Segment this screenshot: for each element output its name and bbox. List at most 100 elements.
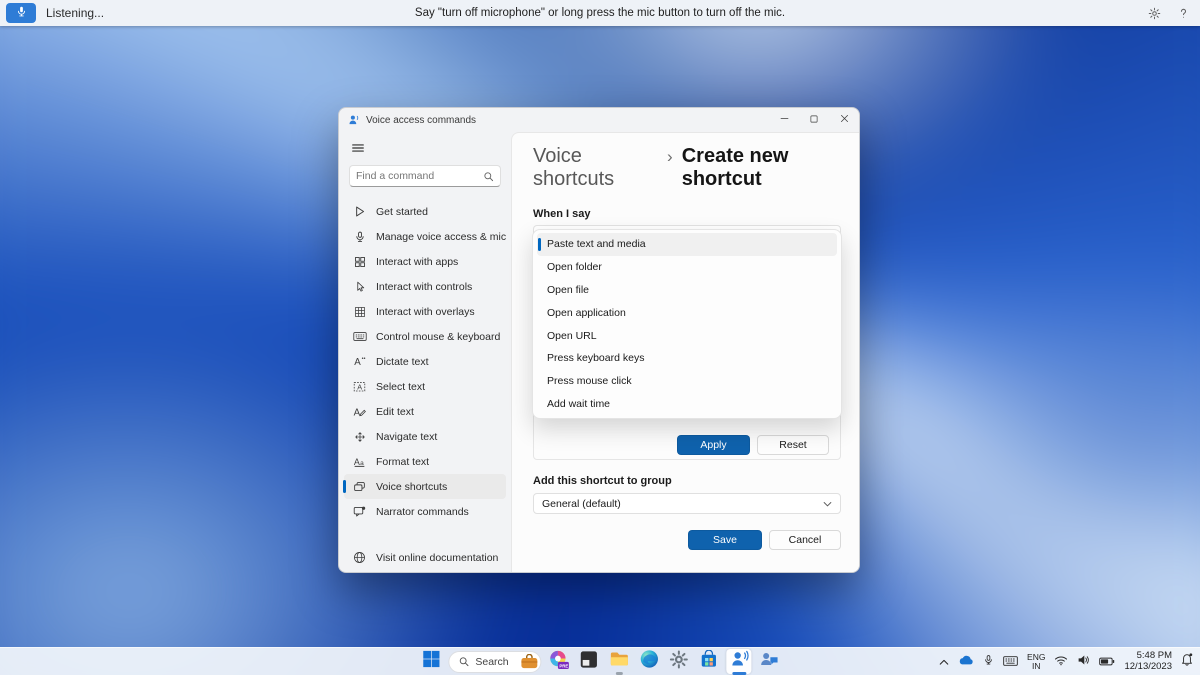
group-label: Add this shortcut to group [533, 475, 672, 487]
microphone-button[interactable] [6, 3, 36, 23]
edge-browser-icon [639, 649, 659, 674]
dropdown-option-press-mouse-click[interactable]: Press mouse click [537, 370, 837, 393]
taskbar-search[interactable]: Search [448, 650, 542, 673]
sidebar-item-interact-with-overlays[interactable]: Interact with overlays [344, 299, 506, 324]
time: 5:48 PM [1136, 650, 1172, 661]
touch-keyboard-icon [1003, 653, 1018, 671]
get-help-app-icon [759, 649, 779, 674]
dropdown-option-open-folder[interactable]: Open folder [537, 256, 837, 279]
sidebar-item-navigate-text[interactable]: Navigate text [344, 424, 506, 449]
dropdown-option-paste-text-and-media[interactable]: Paste text and media [537, 233, 837, 256]
edit-pencil-icon: A [352, 405, 367, 418]
snipping-app-icon [580, 650, 599, 674]
search-icon [458, 656, 469, 667]
select-box-icon: A [352, 380, 367, 393]
breadcrumb-separator: › [667, 147, 673, 166]
taskbar-app-paint-app[interactable]: PRE [547, 649, 572, 674]
taskbar-app-snipping-app[interactable] [577, 649, 602, 674]
sidebar-item-control-mouse-keyboard[interactable]: Control mouse & keyboard [344, 324, 506, 349]
close-icon [839, 111, 850, 129]
sidebar-footer-item-download-local-copy[interactable]: Download local copy [344, 570, 506, 572]
start-button[interactable] [418, 649, 443, 674]
minimize-icon [779, 111, 790, 129]
sidebar-footer-item-visit-online-documentation[interactable]: Visit online documentation [344, 545, 506, 570]
tray-icon-onedrive-cloud[interactable] [958, 653, 974, 671]
titlebar[interactable]: Voice access commands [339, 108, 859, 132]
search-icon [483, 171, 494, 182]
reset-button[interactable]: Reset [757, 435, 829, 455]
svg-text:A: A [354, 457, 360, 467]
keyboard-icon [352, 331, 367, 342]
voice-hint-text: Say "turn off microphone" or long press … [414, 7, 786, 19]
mic-icon [352, 231, 367, 243]
taskbar-app-edge-browser[interactable] [637, 649, 662, 674]
voice-access-bar: Listening... Say "turn off microphone" o… [0, 0, 1200, 26]
dropdown-option-press-keyboard-keys[interactable]: Press keyboard keys [537, 347, 837, 370]
search-input[interactable] [356, 170, 483, 182]
sidebar-item-edit-text[interactable]: A Edit text [344, 399, 506, 424]
dictate-icon: A [352, 355, 367, 368]
taskbar-app-get-help-app[interactable] [757, 649, 782, 674]
briefcase-icon [521, 654, 539, 669]
sidebar-item-voice-shortcuts[interactable]: Voice shortcuts [343, 474, 506, 499]
maximize-button[interactable] [799, 108, 829, 132]
taskbar-app-microsoft-store[interactable] [697, 648, 722, 674]
globe-icon [352, 551, 367, 564]
group-select[interactable]: General (default) [533, 493, 841, 514]
sidebar: Get started Manage voice access & mic In… [339, 132, 511, 572]
sidebar-item-get-started[interactable]: Get started [344, 199, 506, 224]
cursor-icon [352, 281, 367, 293]
save-button[interactable]: Save [688, 530, 762, 550]
taskbar-app-settings-app[interactable] [667, 649, 692, 674]
close-button[interactable] [829, 108, 859, 132]
breadcrumb-parent[interactable]: Voice shortcuts [533, 145, 658, 191]
action-type-dropdown: Paste text and media Open folder Open fi… [532, 229, 842, 419]
svg-text:A: A [357, 383, 362, 392]
tray-icon-touch-keyboard[interactable] [1003, 653, 1018, 671]
sidebar-item-dictate-text[interactable]: A Dictate text [344, 349, 506, 374]
clock[interactable]: 5:48 PM 12/13/2023 [1124, 650, 1172, 672]
selection-indicator [538, 237, 541, 251]
apply-button[interactable]: Apply [677, 435, 750, 455]
format-icon: Aa [352, 455, 367, 468]
tray-icon-wifi[interactable] [1054, 653, 1068, 671]
gear-icon[interactable] [1148, 7, 1161, 20]
tray-icon-microphone-tray[interactable] [983, 653, 994, 671]
maximize-icon [809, 111, 819, 129]
dropdown-option-open-url[interactable]: Open URL [537, 324, 837, 347]
chevron-up-icon [939, 653, 949, 671]
battery-icon [1099, 653, 1115, 671]
sidebar-item-interact-with-controls[interactable]: Interact with controls [344, 274, 506, 299]
minimize-button[interactable] [769, 108, 799, 132]
tray-icon-chevron-up[interactable] [939, 653, 949, 671]
chevron-down-icon [823, 501, 832, 507]
sidebar-item-manage-voice-access-mic[interactable]: Manage voice access & mic [344, 224, 506, 249]
sidebar-item-narrator-commands[interactable]: Narrator commands [344, 499, 506, 524]
grid-apps-icon [352, 256, 367, 268]
play-icon [352, 205, 367, 218]
command-search-box[interactable] [349, 165, 501, 187]
dropdown-option-open-file[interactable]: Open file [537, 279, 837, 302]
language-switcher[interactable]: ENG IN [1027, 652, 1045, 671]
paint-app-icon: PRE [549, 649, 570, 675]
sidebar-item-interact-with-apps[interactable]: Interact with apps [344, 249, 506, 274]
app-icon [348, 114, 360, 126]
help-icon[interactable] [1177, 7, 1190, 20]
notification-center-button[interactable] [1181, 652, 1193, 671]
selection-indicator [343, 480, 346, 493]
narrator-icon [352, 505, 367, 518]
sidebar-item-select-text[interactable]: A Select text [344, 374, 506, 399]
dropdown-option-open-application[interactable]: Open application [537, 301, 837, 324]
sidebar-item-format-text[interactable]: Aa Format text [344, 449, 506, 474]
tray-icon-battery[interactable] [1099, 653, 1115, 671]
dropdown-option-add-wait-time[interactable]: Add wait time [537, 393, 837, 416]
notification-bell-icon [1181, 652, 1193, 671]
window-title: Voice access commands [366, 114, 477, 126]
hamburger-menu-icon[interactable] [351, 141, 365, 155]
cancel-button[interactable]: Cancel [769, 530, 841, 550]
taskbar-app-voice-access-app[interactable] [726, 649, 752, 675]
voice-access-app-icon [729, 649, 749, 674]
tray-icon-volume[interactable] [1077, 653, 1090, 671]
taskbar-app-file-explorer[interactable] [607, 649, 632, 675]
microphone-icon [16, 4, 27, 22]
